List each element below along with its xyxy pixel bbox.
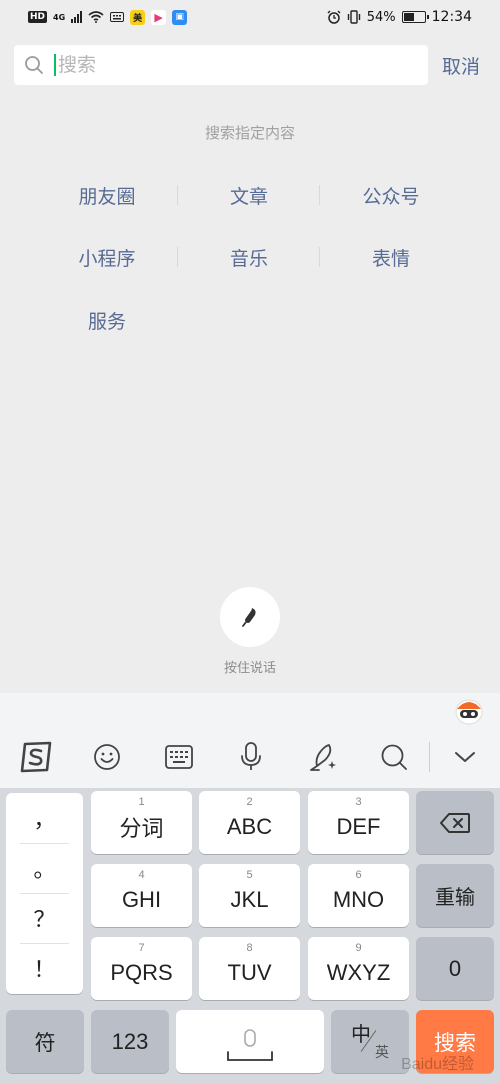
key-number: 5	[246, 869, 253, 881]
key-number: 6	[355, 869, 362, 881]
screen: HD 4G 美 ▶ ▣ 54% 12:34 取消 搜索指定内容 朋友圈 文章 公…	[0, 0, 500, 1084]
blue-app-icon: ▣	[172, 9, 188, 25]
voice-input-button[interactable]	[215, 733, 287, 781]
numbers-key[interactable]: 123	[91, 1010, 169, 1073]
watermark: Baidu经验	[401, 1056, 474, 1073]
keyboard-search-button[interactable]	[358, 733, 430, 781]
category-stickers[interactable]: 表情	[320, 244, 462, 270]
keyboard-icon	[165, 745, 193, 769]
key-label: 分词	[119, 815, 164, 841]
text-cursor	[54, 54, 56, 76]
language-switch-key[interactable]: 中 英	[331, 1010, 409, 1073]
emoji-icon	[94, 744, 121, 770]
key-8-tuv[interactable]: 8 TUV	[199, 937, 300, 1000]
battery-icon	[401, 11, 429, 23]
backspace-key[interactable]	[416, 791, 494, 854]
clock: 12:34	[431, 9, 472, 25]
cancel-button[interactable]: 取消	[442, 52, 480, 79]
keyboard-layout-button[interactable]	[143, 733, 215, 781]
key-label: JKL	[230, 886, 269, 912]
key-number: 9	[355, 942, 362, 954]
hide-keyboard-button[interactable]	[430, 733, 500, 781]
microphone-icon	[242, 608, 256, 627]
lang-secondary: 英	[375, 1044, 389, 1060]
key-number: 1	[138, 796, 145, 808]
category-music[interactable]: 音乐	[178, 244, 320, 270]
key-label: MNO	[332, 886, 385, 912]
hold-to-talk-button[interactable]	[220, 587, 280, 647]
zero-key[interactable]: 0	[416, 937, 494, 1000]
video-app-icon: ▶	[151, 9, 167, 25]
key-number: 8	[246, 942, 253, 954]
key-label: PQRS	[110, 959, 173, 985]
key-6-mno[interactable]: 6 MNO	[308, 864, 409, 927]
symbols-key[interactable]: 符	[6, 1010, 84, 1073]
search-bar[interactable]	[14, 45, 428, 85]
punctuation-column: ， 。 ？ ！	[6, 793, 83, 994]
quill-icon	[310, 744, 337, 771]
microphone-icon	[240, 742, 261, 770]
keyboard-status-icon	[110, 12, 125, 22]
key-number: 4	[138, 869, 145, 881]
backspace-icon	[440, 812, 470, 833]
meituan-app-icon: 美	[130, 9, 146, 25]
key-4-ghi[interactable]: 4 GHI	[91, 864, 192, 927]
punct-key-comma[interactable]: ，	[6, 793, 83, 843]
lang-primary: 中	[351, 1024, 371, 1046]
keyboard-keys: ， 。 ？ ！ 1 分词 2 ABC 3 DEF 4 GHI 5 JKL 6 M…	[0, 788, 500, 1084]
specify-content-title: 搜索指定内容	[204, 124, 295, 142]
vibrate-icon	[347, 10, 360, 24]
category-row: 小程序 音乐 表情	[36, 244, 463, 270]
reinput-key[interactable]: 重输	[416, 864, 494, 927]
key-number: 7	[138, 942, 145, 954]
category-row: 服务	[36, 307, 463, 333]
battery-percent: 54%	[366, 9, 396, 25]
ime-keyboard: ， 。 ？ ！ 1 分词 2 ABC 3 DEF 4 GHI 5 JKL 6 M…	[0, 693, 500, 1084]
punct-key-question[interactable]: ？	[6, 893, 83, 943]
search-input[interactable]	[58, 54, 388, 76]
search-icon	[24, 55, 44, 75]
key-9-wxyz[interactable]: 9 WXYZ	[308, 937, 409, 1000]
key-3-def[interactable]: 3 DEF	[308, 791, 409, 854]
alarm-icon	[327, 10, 341, 24]
key-1-fenci[interactable]: 1 分词	[91, 791, 192, 854]
wifi-icon	[88, 11, 104, 23]
emoji-button[interactable]	[72, 733, 144, 781]
key-label: GHI	[121, 886, 162, 912]
key-7-pqrs[interactable]: 7 PQRS	[91, 937, 192, 1000]
key-label: DEF	[336, 813, 381, 839]
key-2-abc[interactable]: 2 ABC	[199, 791, 300, 854]
key-label: ABC	[226, 813, 273, 839]
sogou-logo-button[interactable]	[0, 733, 72, 781]
category-official-accounts[interactable]: 公众号	[320, 182, 462, 208]
category-articles[interactable]: 文章	[178, 182, 320, 208]
category-services[interactable]: 服务	[36, 307, 178, 333]
punct-key-exclamation[interactable]: ！	[6, 943, 83, 993]
network-type: 4G	[53, 12, 66, 22]
search-icon	[381, 744, 407, 770]
keyboard-toolbar	[0, 733, 500, 781]
hold-to-talk-label: 按住说话	[223, 661, 276, 676]
key-label: TUV	[227, 959, 272, 985]
status-bar: HD 4G 美 ▶ ▣ 54% 12:34	[0, 0, 500, 34]
space-voice-icon	[227, 1029, 273, 1061]
category-moments[interactable]: 朋友圈	[36, 182, 178, 208]
sogou-mascot-icon[interactable]	[454, 697, 484, 725]
key-5-jkl[interactable]: 5 JKL	[199, 864, 300, 927]
key-label: WXYZ	[326, 959, 391, 985]
punct-key-period[interactable]: 。	[6, 843, 83, 893]
chevron-down-icon	[455, 752, 476, 762]
key-number: 2	[246, 796, 253, 808]
key-number: 3	[355, 796, 362, 808]
category-row: 朋友圈 文章 公众号	[36, 182, 463, 208]
hd-indicator: HD	[28, 11, 48, 23]
space-key[interactable]	[176, 1010, 324, 1073]
signal-icon	[71, 11, 83, 23]
handwriting-button[interactable]	[286, 733, 358, 781]
category-mini-programs[interactable]: 小程序	[36, 244, 178, 270]
sogou-logo-icon	[20, 741, 52, 773]
